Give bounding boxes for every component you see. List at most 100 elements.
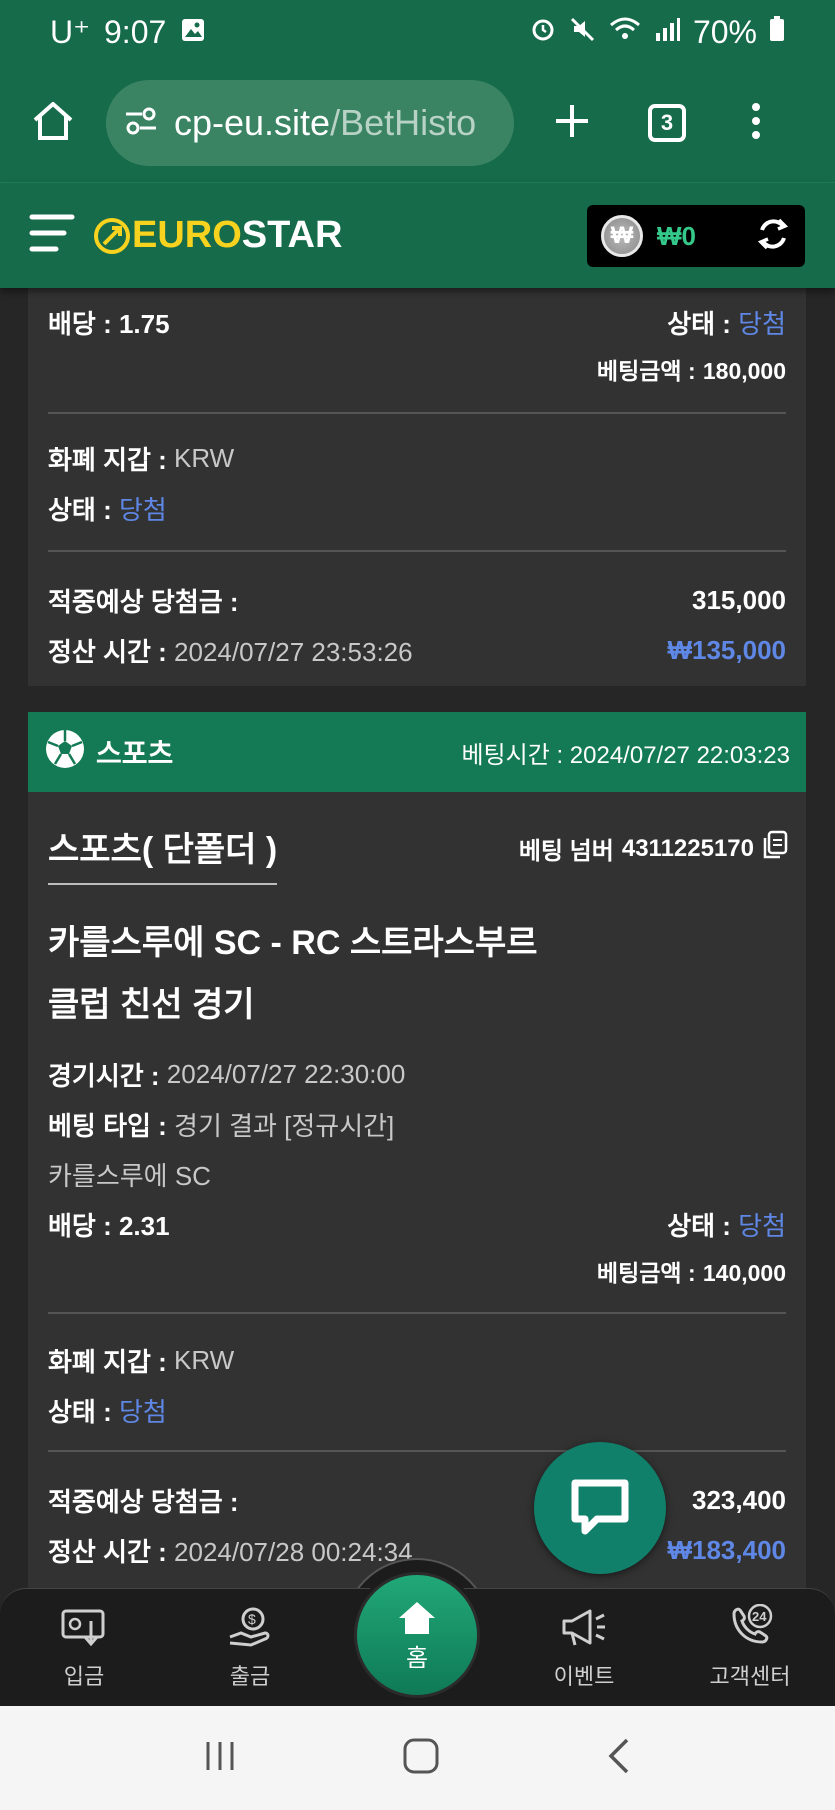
more-menu-icon[interactable] bbox=[750, 101, 762, 146]
odds-value: 2.31 bbox=[118, 1211, 170, 1241]
bet-type-value: 경기 결과 [정규시간] bbox=[174, 1111, 395, 1141]
home-nav-icon[interactable] bbox=[402, 1737, 440, 1780]
hamburger-menu-icon[interactable] bbox=[28, 211, 76, 260]
browser-toolbar: cp-eu.site/BetHisto 3 bbox=[0, 64, 835, 182]
match-title: 카를스루에 SC - RC 스트라스부르 클럽 친선 경기 bbox=[48, 912, 548, 1036]
status2-label: 상태 : bbox=[48, 495, 112, 525]
soccer-ball-icon bbox=[44, 728, 86, 777]
signal-icon bbox=[653, 14, 681, 51]
bet-time-value: 2024/07/27 22:03:23 bbox=[569, 741, 790, 769]
pick-value: 카를스루에 SC bbox=[48, 1161, 211, 1191]
status-bar: U⁺ 9:07 70% bbox=[0, 0, 835, 64]
status2-row: 상태 : 당첨 bbox=[48, 1392, 786, 1429]
expected-value: 323,400 bbox=[692, 1485, 786, 1515]
bet-number-value: 4311225170 bbox=[621, 834, 754, 862]
settle-time: 2024/07/28 00:24:34 bbox=[174, 1537, 413, 1567]
tab-switcher-button[interactable]: 3 bbox=[648, 104, 686, 142]
logo-euro: EURO bbox=[132, 214, 242, 256]
odds-row: 배당 : 1.75 상태 : 당첨 bbox=[48, 304, 786, 341]
android-navigation-bar bbox=[0, 1706, 835, 1810]
home-icon bbox=[399, 1601, 435, 1634]
match-title-line2: 클럽 친선 경기 bbox=[48, 986, 255, 1024]
profit-value: ₩135,000 bbox=[667, 635, 786, 665]
status2-value: 당첨 bbox=[118, 495, 167, 525]
nav-withdraw-label: 출금 bbox=[229, 1664, 271, 1689]
nav-deposit-label: 입금 bbox=[63, 1664, 105, 1689]
mute-icon bbox=[569, 14, 597, 51]
wallet-row: 화폐 지갑 : KRW bbox=[48, 1342, 786, 1379]
divider bbox=[48, 550, 786, 552]
nav-event-label: 이벤트 bbox=[553, 1664, 615, 1689]
back-icon[interactable] bbox=[605, 1737, 633, 1780]
match-title-line1: 카를스루에 SC - RC 스트라스부르 bbox=[48, 924, 538, 962]
battery-icon bbox=[769, 14, 785, 51]
nav-withdraw[interactable]: $ 출금 bbox=[190, 1603, 310, 1691]
divider bbox=[48, 1312, 786, 1314]
nav-deposit[interactable]: 입금 bbox=[24, 1603, 144, 1691]
bet-number-label: 베팅 넘버 bbox=[518, 838, 614, 865]
new-tab-icon[interactable] bbox=[552, 101, 592, 146]
divider bbox=[48, 412, 786, 414]
expected-label: 적중예상 당첨금 : bbox=[48, 1487, 239, 1517]
svg-text:24: 24 bbox=[752, 1609, 767, 1624]
wallet-balance: ₩ ₩0 bbox=[587, 205, 805, 267]
address-bar[interactable]: cp-eu.site/BetHisto bbox=[106, 80, 514, 166]
alarm-icon bbox=[529, 14, 557, 51]
support-24-icon: 24 bbox=[732, 1604, 773, 1644]
odds-value: 1.75 bbox=[118, 309, 170, 339]
url-path: /BetHisto bbox=[330, 102, 477, 143]
home-icon[interactable] bbox=[30, 98, 76, 149]
game-time-row: 경기시간 : 2024/07/27 22:30:00 bbox=[48, 1056, 786, 1093]
gallery-icon bbox=[180, 14, 206, 51]
page: U⁺ 9:07 70% cp-eu.site /BetHisto 3 EURO … bbox=[0, 0, 835, 1810]
status2-row: 상태 : 당첨 bbox=[48, 490, 786, 527]
bet-amount-label: 베팅금액 : bbox=[596, 1260, 696, 1286]
game-time-label: 경기시간 : bbox=[48, 1061, 160, 1091]
withdraw-icon: $ bbox=[229, 1607, 270, 1647]
copy-icon[interactable] bbox=[762, 830, 788, 867]
chat-bubble-icon bbox=[571, 1479, 629, 1535]
settle-label: 정산 시간 : bbox=[48, 1537, 167, 1567]
settle-row: 정산 시간 : 2024/07/27 23:53:26 ₩135,000 bbox=[48, 632, 786, 669]
site-logo[interactable]: EURO STAR bbox=[92, 214, 342, 257]
odds-row: 배당 : 2.31 상태 : 당첨 bbox=[48, 1206, 786, 1243]
bet-type-row: 베팅 타입 : 경기 결과 [정규시간] bbox=[48, 1106, 786, 1143]
url-host: cp-eu.site bbox=[174, 102, 331, 143]
wallet-label: 화폐 지갑 : bbox=[48, 1347, 167, 1377]
clock: 9:07 bbox=[104, 13, 167, 50]
bet-card-header: 스포츠 베팅시간 : 2024/07/27 22:03:23 bbox=[28, 712, 806, 792]
nav-event[interactable]: 이벤트 bbox=[524, 1603, 644, 1691]
bet-history-list[interactable]: 배당 : 1.75 상태 : 당첨 베팅금액 : 180,000 화폐 지갑 :… bbox=[0, 288, 835, 1588]
logo-mark-icon bbox=[94, 217, 130, 254]
megaphone-icon bbox=[562, 1609, 605, 1646]
live-chat-button[interactable] bbox=[534, 1442, 666, 1574]
nav-home-button[interactable]: 홈 bbox=[354, 1572, 480, 1698]
bet-type-title: 스포츠( 단폴더 ) bbox=[48, 822, 278, 885]
won-coin-icon: ₩ bbox=[601, 215, 643, 257]
bet-card: 스포츠 베팅시간 : 2024/07/27 22:03:23 스포츠( 단폴더 … bbox=[28, 712, 806, 1588]
profit-value: ₩183,400 bbox=[667, 1535, 786, 1565]
settle-label: 정산 시간 : bbox=[48, 637, 167, 667]
bet-number: 베팅 넘버 4311225170 bbox=[519, 830, 788, 867]
game-time-value: 2024/07/27 22:30:00 bbox=[166, 1059, 406, 1089]
deposit-icon bbox=[61, 1609, 105, 1647]
bet-amount-label: 베팅금액 : bbox=[596, 358, 696, 384]
refresh-icon[interactable] bbox=[755, 216, 791, 257]
settle-time: 2024/07/27 23:53:26 bbox=[174, 637, 413, 667]
bet-amount-value: 140,000 bbox=[702, 1260, 786, 1286]
site-settings-icon[interactable] bbox=[124, 106, 158, 141]
recent-apps-icon[interactable] bbox=[202, 1738, 238, 1779]
status-label: 상태 : bbox=[667, 1211, 731, 1241]
wallet-value: KRW bbox=[174, 443, 235, 473]
bet-time-label: 베팅시간 : bbox=[461, 741, 564, 769]
category-label: 스포츠 bbox=[96, 738, 174, 769]
wallet-label: 화폐 지갑 : bbox=[48, 445, 167, 475]
svg-text:$: $ bbox=[248, 1611, 256, 1627]
odds-label: 배당 : bbox=[48, 309, 112, 339]
expected-value: 315,000 bbox=[692, 585, 786, 615]
bet-amount-row: 베팅금액 : 140,000 bbox=[48, 1254, 786, 1288]
status-label: 상태 : bbox=[667, 309, 731, 339]
bet-amount-row: 베팅금액 : 180,000 bbox=[48, 352, 786, 386]
nav-support[interactable]: 24 고객센터 bbox=[690, 1603, 810, 1691]
wifi-icon bbox=[609, 14, 641, 51]
